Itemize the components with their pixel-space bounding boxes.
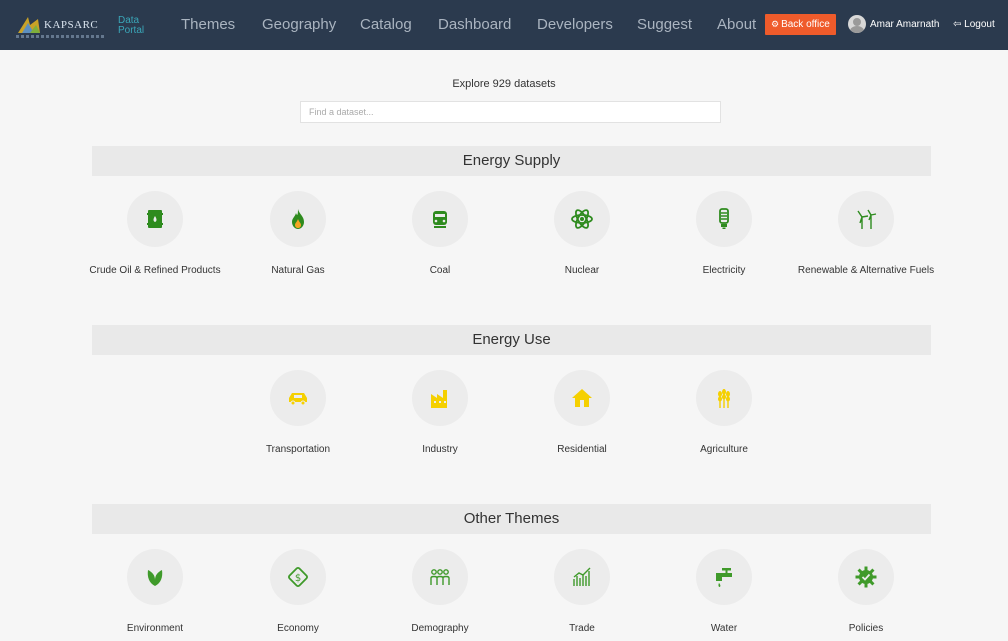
theme-nuclear[interactable]: Nuclear (512, 191, 652, 279)
house-icon (572, 389, 592, 407)
theme-label: Water (710, 623, 738, 634)
theme-circle (838, 191, 894, 247)
theme-circle (412, 549, 468, 605)
theme-label: Residential (557, 444, 607, 455)
bar-chart-icon (573, 567, 591, 586)
search-input[interactable] (300, 101, 721, 123)
logout-label: Logout (964, 19, 995, 30)
kapsarc-logo[interactable]: KAPSARC (16, 8, 106, 42)
theme-circle (554, 549, 610, 605)
theme-transportation[interactable]: Transportation (228, 370, 368, 458)
theme-economy[interactable]: $ Economy (228, 549, 368, 637)
logout-icon: ⇦ (953, 19, 962, 30)
theme-environment[interactable]: Environment (85, 549, 225, 637)
theme-label: Agriculture (700, 444, 748, 455)
nav-dashboard[interactable]: Dashboard (438, 16, 511, 33)
water-tap-icon (716, 568, 732, 587)
theme-label: Economy (277, 623, 319, 634)
factory-icon (431, 390, 447, 408)
section-title-energy-supply: Energy Supply (92, 146, 931, 176)
nav-geography[interactable]: Geography (262, 16, 336, 33)
theme-circle (270, 191, 326, 247)
theme-circle (127, 549, 183, 605)
gear-icon (855, 566, 877, 588)
theme-renewable[interactable]: Renewable & Alternative Fuels (796, 191, 936, 279)
theme-label: Renewable & Alternative Fuels (797, 265, 935, 276)
theme-demography[interactable]: Demography (370, 549, 510, 637)
kapsarc-logo-icon (18, 17, 40, 33)
theme-circle (838, 549, 894, 605)
theme-label: Environment (126, 623, 184, 634)
back-office-button[interactable]: ⚙ Back office (765, 14, 836, 35)
coal-wagon-icon (433, 211, 447, 228)
oil-barrel-icon (147, 210, 163, 228)
theme-trade[interactable]: Trade (512, 549, 652, 637)
theme-residential[interactable]: Residential (512, 370, 652, 458)
flame-icon (292, 209, 304, 229)
theme-circle (270, 370, 326, 426)
logo-text: KAPSARC (44, 19, 99, 31)
nav-developers[interactable]: Developers (537, 16, 613, 33)
theme-label: Transportation (265, 444, 331, 455)
top-navigation-bar: KAPSARC Data Portal Themes Geography Cat… (0, 0, 1008, 50)
theme-circle (412, 191, 468, 247)
theme-policies[interactable]: Policies (796, 549, 936, 637)
nav-themes[interactable]: Themes (181, 16, 235, 33)
section-title-energy-use: Energy Use (92, 325, 931, 355)
theme-circle (696, 549, 752, 605)
theme-water[interactable]: Water (654, 549, 794, 637)
money-icon: $ (288, 567, 308, 587)
theme-label: Nuclear (564, 265, 600, 276)
theme-circle (696, 370, 752, 426)
leaf-icon (147, 570, 163, 586)
theme-circle (554, 191, 610, 247)
theme-circle (127, 191, 183, 247)
light-bulb-icon (719, 208, 729, 229)
theme-circle (696, 191, 752, 247)
theme-agriculture[interactable]: Agriculture (654, 370, 794, 458)
theme-label: Natural Gas (271, 265, 325, 276)
theme-electricity[interactable]: Electricity (654, 191, 794, 279)
user-name[interactable]: Amar Amarnath (870, 19, 939, 30)
wind-turbine-icon (857, 209, 877, 229)
theme-label: Demography (411, 623, 469, 634)
car-icon (289, 393, 307, 406)
theme-coal[interactable]: Coal (370, 191, 510, 279)
theme-label: Crude Oil & Refined Products (89, 265, 221, 276)
theme-label: Coal (429, 265, 451, 276)
people-icon (430, 569, 450, 585)
avatar[interactable] (848, 15, 866, 33)
theme-natural-gas[interactable]: Natural Gas (228, 191, 368, 279)
portal-label: Data Portal (118, 16, 148, 36)
theme-circle: $ (270, 549, 326, 605)
nav-suggest[interactable]: Suggest (637, 16, 692, 33)
svg-text:$: $ (295, 573, 301, 584)
theme-label: Policies (848, 623, 884, 634)
theme-crude-oil[interactable]: Crude Oil & Refined Products (85, 191, 225, 279)
portal-label-text: Data Portal (118, 15, 145, 36)
logo-tagline (16, 35, 106, 38)
section-title-other-themes: Other Themes (92, 504, 931, 534)
theme-circle (554, 370, 610, 426)
wheat-icon (718, 389, 730, 408)
nav-about[interactable]: About (717, 16, 756, 33)
explore-title: Explore 929 datasets (452, 78, 556, 90)
theme-industry[interactable]: Industry (370, 370, 510, 458)
theme-label: Industry (422, 444, 458, 455)
gear-icon: ⚙ (771, 19, 780, 29)
theme-label: Trade (569, 623, 595, 634)
nav-catalog[interactable]: Catalog (360, 16, 412, 33)
theme-label: Electricity (702, 265, 746, 276)
atom-icon (571, 209, 593, 229)
back-office-label: Back office (781, 19, 830, 30)
theme-circle (412, 370, 468, 426)
logout-link[interactable]: ⇦ Logout (953, 19, 995, 30)
